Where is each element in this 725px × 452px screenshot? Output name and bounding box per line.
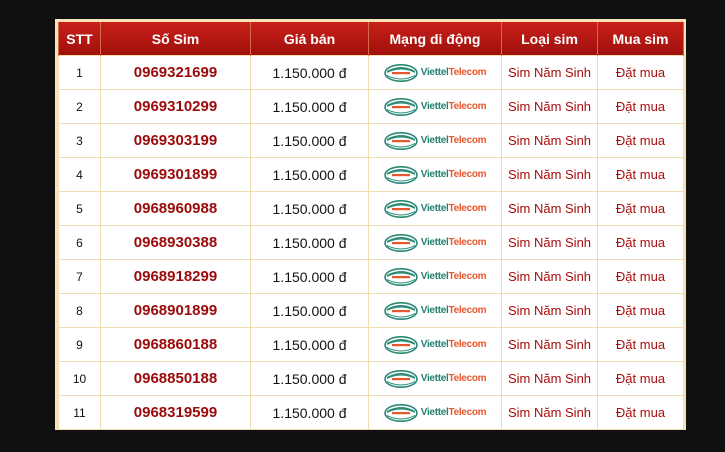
viettel-logo-icon: ViettelTelecom xyxy=(383,165,487,184)
row-stt: 6 xyxy=(58,225,101,260)
row-price: 1.150.000 đ xyxy=(250,157,369,192)
sim-number-link[interactable]: 0968901899 xyxy=(100,293,251,328)
row-network: ViettelTelecom xyxy=(368,225,502,260)
sim-number-link[interactable]: 0969301899 xyxy=(100,157,251,192)
table-header-row: STT Số Sim Giá bán Mạng di động Loại sim… xyxy=(58,22,684,56)
table-row: 5 0968960988 1.150.000 đ ViettelTelecom … xyxy=(58,191,684,226)
order-button[interactable]: Đặt mua xyxy=(597,225,684,260)
sim-table: STT Số Sim Giá bán Mạng di động Loại sim… xyxy=(58,22,684,430)
row-network: ViettelTelecom xyxy=(368,395,502,430)
viettel-logo-icon: ViettelTelecom xyxy=(383,63,487,82)
row-price: 1.150.000 đ xyxy=(250,327,369,362)
row-network: ViettelTelecom xyxy=(368,361,502,396)
table-row: 3 0969303199 1.150.000 đ ViettelTelecom … xyxy=(58,123,684,158)
row-price: 1.150.000 đ xyxy=(250,123,369,158)
order-button[interactable]: Đặt mua xyxy=(597,395,684,430)
sim-number-link[interactable]: 0969310299 xyxy=(100,89,251,124)
sim-number-link[interactable]: 0969303199 xyxy=(100,123,251,158)
sim-number-link[interactable]: 0968319599 xyxy=(100,395,251,430)
sim-number-link[interactable]: 0968860188 xyxy=(100,327,251,362)
viettel-logo-icon: ViettelTelecom xyxy=(383,369,487,388)
header-so-sim: Số Sim xyxy=(100,22,251,56)
row-network: ViettelTelecom xyxy=(368,123,502,158)
row-sim-type: Sim Năm Sinh xyxy=(501,395,598,430)
viettel-logo-icon: ViettelTelecom xyxy=(383,97,487,116)
row-stt: 5 xyxy=(58,191,101,226)
row-stt: 4 xyxy=(58,157,101,192)
table-row: 9 0968860188 1.150.000 đ ViettelTelecom … xyxy=(58,327,684,362)
viettel-logo-icon: ViettelTelecom xyxy=(383,301,487,320)
sim-number-link[interactable]: 0968918299 xyxy=(100,259,251,294)
row-sim-type: Sim Năm Sinh xyxy=(501,225,598,260)
row-stt: 1 xyxy=(58,55,101,90)
row-stt: 2 xyxy=(58,89,101,124)
table-row: 8 0968901899 1.150.000 đ ViettelTelecom … xyxy=(58,293,684,328)
header-loai-sim: Loại sim xyxy=(501,22,598,56)
row-network: ViettelTelecom xyxy=(368,89,502,124)
row-network: ViettelTelecom xyxy=(368,157,502,192)
sim-number-link[interactable]: 0969321699 xyxy=(100,55,251,90)
row-price: 1.150.000 đ xyxy=(250,89,369,124)
order-button[interactable]: Đặt mua xyxy=(597,259,684,294)
row-network: ViettelTelecom xyxy=(368,191,502,226)
row-sim-type: Sim Năm Sinh xyxy=(501,123,598,158)
order-button[interactable]: Đặt mua xyxy=(597,191,684,226)
row-stt: 9 xyxy=(58,327,101,362)
header-mang-di-dong: Mạng di động xyxy=(368,22,502,56)
sim-number-link[interactable]: 0968850188 xyxy=(100,361,251,396)
order-button[interactable]: Đặt mua xyxy=(597,55,684,90)
table-row: 11 0968319599 1.150.000 đ ViettelTelecom… xyxy=(58,395,684,430)
header-mua-sim: Mua sim xyxy=(597,22,684,56)
viettel-logo-icon: ViettelTelecom xyxy=(383,233,487,252)
row-sim-type: Sim Năm Sinh xyxy=(501,157,598,192)
order-button[interactable]: Đặt mua xyxy=(597,327,684,362)
table-row: 6 0968930388 1.150.000 đ ViettelTelecom … xyxy=(58,225,684,260)
row-price: 1.150.000 đ xyxy=(250,259,369,294)
viettel-logo-icon: ViettelTelecom xyxy=(383,335,487,354)
row-price: 1.150.000 đ xyxy=(250,361,369,396)
row-price: 1.150.000 đ xyxy=(250,225,369,260)
order-button[interactable]: Đặt mua xyxy=(597,157,684,192)
header-gia-ban: Giá bán xyxy=(250,22,369,56)
row-stt: 10 xyxy=(58,361,101,396)
sim-table-container: STT Số Sim Giá bán Mạng di động Loại sim… xyxy=(55,19,686,430)
row-network: ViettelTelecom xyxy=(368,259,502,294)
row-sim-type: Sim Năm Sinh xyxy=(501,259,598,294)
row-stt: 8 xyxy=(58,293,101,328)
row-sim-type: Sim Năm Sinh xyxy=(501,327,598,362)
row-sim-type: Sim Năm Sinh xyxy=(501,191,598,226)
row-stt: 3 xyxy=(58,123,101,158)
sim-number-link[interactable]: 0968930388 xyxy=(100,225,251,260)
viettel-logo-icon: ViettelTelecom xyxy=(383,403,487,422)
table-row: 7 0968918299 1.150.000 đ ViettelTelecom … xyxy=(58,259,684,294)
viettel-logo-icon: ViettelTelecom xyxy=(383,267,487,286)
table-row: 2 0969310299 1.150.000 đ ViettelTelecom … xyxy=(58,89,684,124)
row-price: 1.150.000 đ xyxy=(250,55,369,90)
row-network: ViettelTelecom xyxy=(368,55,502,90)
order-button[interactable]: Đặt mua xyxy=(597,361,684,396)
row-stt: 7 xyxy=(58,259,101,294)
table-row: 10 0968850188 1.150.000 đ ViettelTelecom… xyxy=(58,361,684,396)
order-button[interactable]: Đặt mua xyxy=(597,293,684,328)
sim-number-link[interactable]: 0968960988 xyxy=(100,191,251,226)
row-network: ViettelTelecom xyxy=(368,293,502,328)
row-sim-type: Sim Năm Sinh xyxy=(501,55,598,90)
header-stt: STT xyxy=(58,22,101,56)
row-price: 1.150.000 đ xyxy=(250,191,369,226)
table-row: 1 0969321699 1.150.000 đ ViettelTelecom … xyxy=(58,55,684,90)
viettel-logo-icon: ViettelTelecom xyxy=(383,131,487,150)
order-button[interactable]: Đặt mua xyxy=(597,123,684,158)
row-sim-type: Sim Năm Sinh xyxy=(501,361,598,396)
row-price: 1.150.000 đ xyxy=(250,395,369,430)
row-network: ViettelTelecom xyxy=(368,327,502,362)
table-row: 4 0969301899 1.150.000 đ ViettelTelecom … xyxy=(58,157,684,192)
row-price: 1.150.000 đ xyxy=(250,293,369,328)
order-button[interactable]: Đặt mua xyxy=(597,89,684,124)
viettel-logo-icon: ViettelTelecom xyxy=(383,199,487,218)
row-stt: 11 xyxy=(58,395,101,430)
row-sim-type: Sim Năm Sinh xyxy=(501,89,598,124)
row-sim-type: Sim Năm Sinh xyxy=(501,293,598,328)
